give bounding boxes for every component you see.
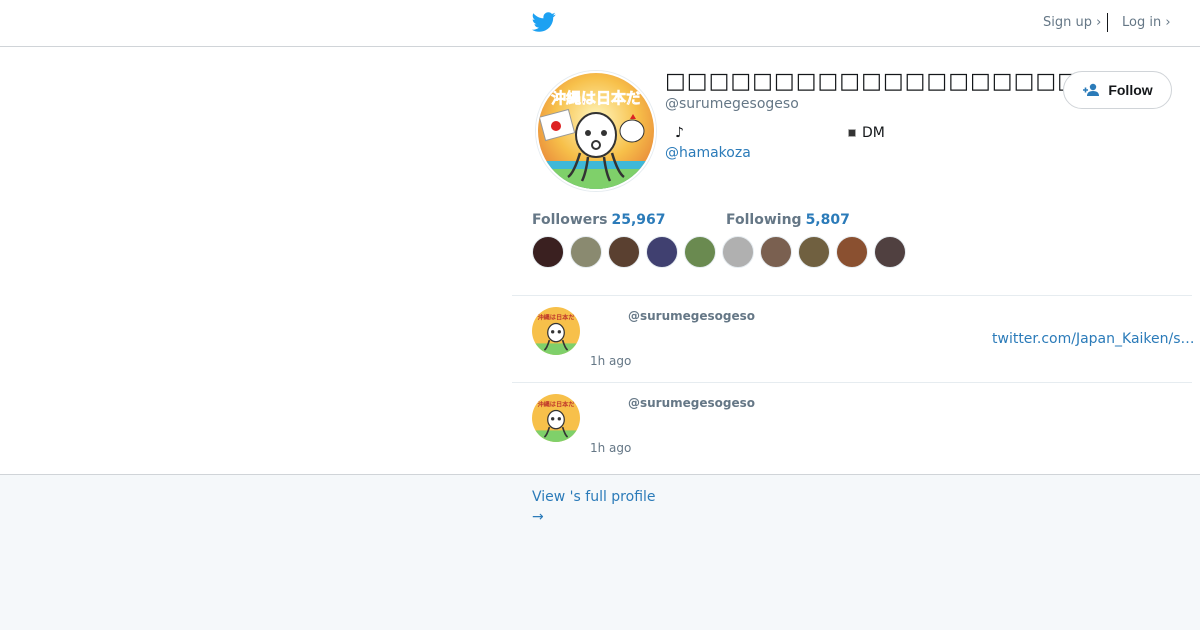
following-count: 5,807 xyxy=(805,212,850,228)
tweet[interactable]: 沖縄は日本だ @surumegesogeso 1h ago xyxy=(512,382,1192,474)
top-bar: Sign up › Log in › xyxy=(0,0,1200,47)
nav-divider xyxy=(1107,13,1108,32)
tweet-avatar[interactable]: 沖縄は日本だ xyxy=(532,307,580,355)
profile-avatar[interactable]: 沖縄は日本だ xyxy=(536,71,656,191)
following-stat[interactable]: Following 5,807 xyxy=(726,212,850,228)
friend-avatar[interactable] xyxy=(836,236,868,268)
view-full-profile-text: View 's full profile xyxy=(532,489,656,505)
svg-text:沖縄は日本だ: 沖縄は日本だ xyxy=(537,400,575,408)
twitter-bird-icon[interactable] xyxy=(531,10,557,34)
profile-name: □□□□□□□□□□□□□□□□□□□□□ xyxy=(665,69,1123,94)
friend-avatar[interactable] xyxy=(570,236,602,268)
arrow-right-icon: → xyxy=(532,509,544,525)
footer: View 's full profile → xyxy=(0,474,1200,630)
followers-count: 25,967 xyxy=(611,212,666,228)
friend-avatar[interactable] xyxy=(646,236,678,268)
view-full-profile-link[interactable]: View 's full profile → xyxy=(532,487,656,527)
friend-avatar[interactable] xyxy=(608,236,640,268)
svg-text:沖縄は日本だ: 沖縄は日本だ xyxy=(551,89,641,107)
tweet[interactable]: 沖縄は日本だ @surumegesogeso twitter.com/Japan… xyxy=(512,295,1195,383)
tweet-handle[interactable]: @surumegesogeso xyxy=(628,309,755,323)
tweet-timestamp[interactable]: 1h ago xyxy=(590,354,631,368)
followers-stat[interactable]: Followers 25,967 xyxy=(532,212,666,228)
friend-avatar[interactable] xyxy=(874,236,906,268)
followers-label: Followers xyxy=(532,212,608,228)
tweet-url-link[interactable]: twitter.com/Japan_Kaiken/s… xyxy=(992,331,1195,347)
add-person-icon xyxy=(1083,83,1100,96)
follow-button-label: Follow xyxy=(1108,82,1153,98)
friend-avatars xyxy=(532,236,906,268)
log-in-link[interactable]: Log in › xyxy=(1122,15,1171,30)
friend-avatar[interactable] xyxy=(760,236,792,268)
bio-dm-text: DM xyxy=(862,125,885,141)
square-icon xyxy=(848,129,856,137)
friend-avatar[interactable] xyxy=(532,236,564,268)
bio-mention-link[interactable]: @hamakoza xyxy=(665,145,751,161)
friend-avatar[interactable] xyxy=(684,236,716,268)
bio-music-note: ♪ xyxy=(675,125,684,141)
profile-handle[interactable]: @surumegesogeso xyxy=(665,96,799,112)
svg-text:沖縄は日本だ: 沖縄は日本だ xyxy=(537,313,575,321)
follow-button[interactable]: Follow xyxy=(1063,71,1172,109)
friend-avatar[interactable] xyxy=(798,236,830,268)
sign-up-link[interactable]: Sign up › xyxy=(1043,15,1101,30)
bio-dm: DM xyxy=(848,125,885,141)
following-label: Following xyxy=(726,212,802,228)
friend-avatar[interactable] xyxy=(722,236,754,268)
tweet-timestamp[interactable]: 1h ago xyxy=(590,441,631,455)
tweet-handle[interactable]: @surumegesogeso xyxy=(628,396,755,410)
tweet-avatar[interactable]: 沖縄は日本だ xyxy=(532,394,580,442)
